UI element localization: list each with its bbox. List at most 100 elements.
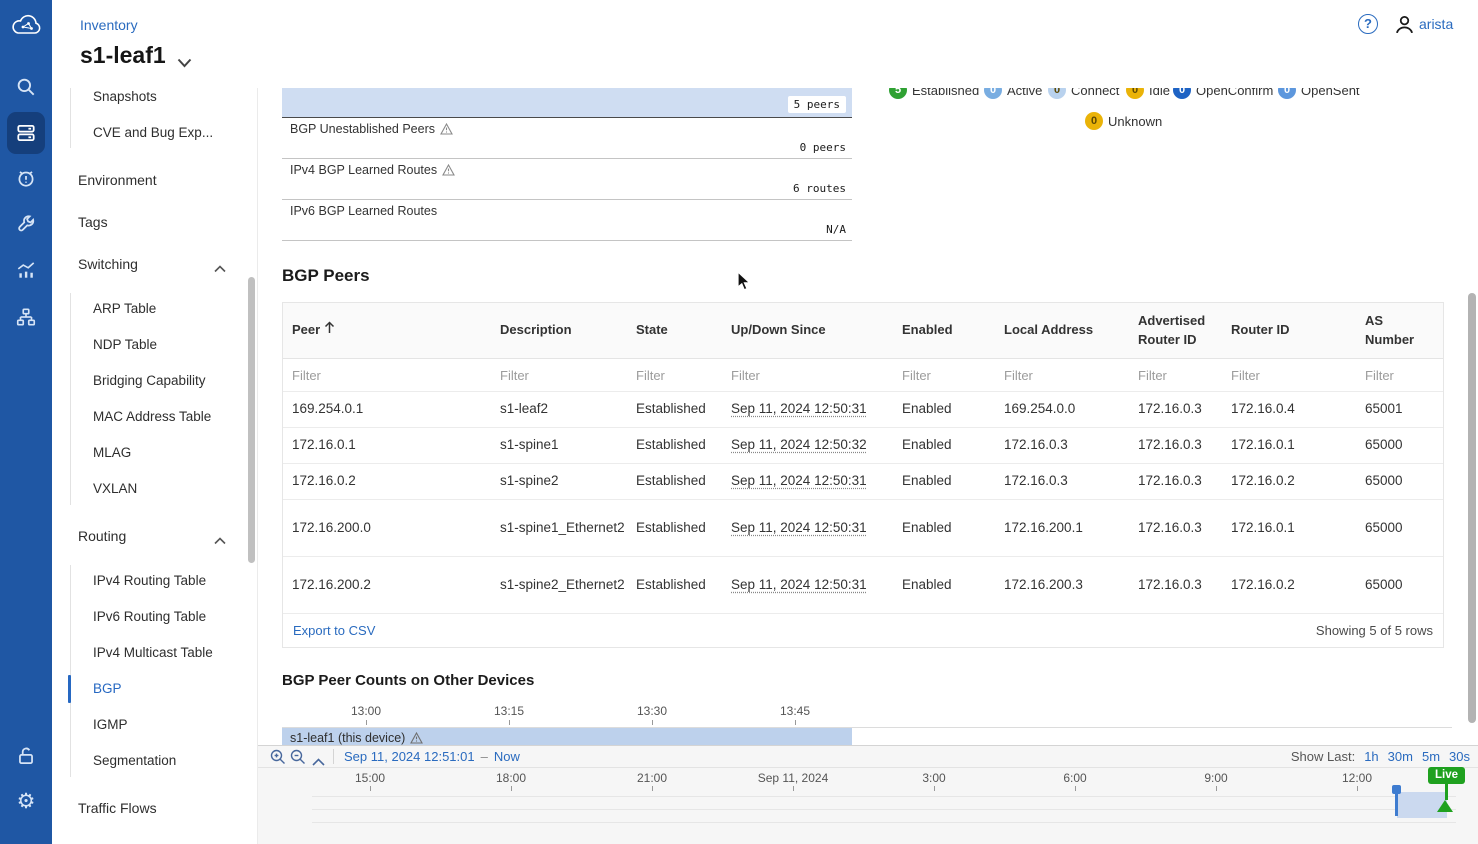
- stat-row-ipv4-learned-routes[interactable]: IPv4 BGP Learned Routes 6 routes: [282, 159, 852, 200]
- timeline-tick: 15:00: [325, 771, 415, 785]
- since-link[interactable]: Sep 11, 2024 12:50:31: [731, 473, 867, 488]
- stat-row-unestablished-peers[interactable]: BGP Unestablished Peers 0 peers: [282, 118, 852, 159]
- sidebar-item-switching[interactable]: Switching: [52, 252, 257, 276]
- bgp-peers-table: Peer Description State Up/Down Since Ena…: [282, 302, 1444, 648]
- mini-axis-tickmark: [509, 720, 510, 725]
- show-last-5m[interactable]: 5m: [1422, 749, 1440, 764]
- settings-gear-icon[interactable]: ⚙: [0, 784, 52, 818]
- legend-opensent[interactable]: 0 OpenSent: [1278, 88, 1360, 99]
- sidebar-item-ipv6-routing[interactable]: IPv6 Routing Table: [52, 605, 257, 629]
- col-header-as-number[interactable]: AS Number: [1356, 312, 1445, 350]
- sidebar-item-vxlan[interactable]: VXLAN: [52, 477, 257, 501]
- search-icon[interactable]: [0, 70, 52, 104]
- help-icon[interactable]: ?: [1358, 14, 1378, 34]
- show-last-30m[interactable]: 30m: [1388, 749, 1413, 764]
- nav-scrollbar-thumb[interactable]: [248, 277, 255, 563]
- range-start-handle[interactable]: [1392, 785, 1401, 794]
- timeline-tick: 9:00: [1171, 771, 1261, 785]
- legend-unknown[interactable]: 0 Unknown: [1085, 112, 1162, 130]
- metrics-chart-icon[interactable]: [0, 253, 52, 287]
- collapse-chevron-up-icon[interactable]: [312, 753, 325, 771]
- page-scrollbar-thumb[interactable]: [1468, 293, 1476, 723]
- timeline-bar: Sep 11, 2024 12:51:01–Now Show Last: 1h …: [258, 745, 1478, 844]
- provisioning-wrench-icon[interactable]: [0, 207, 52, 241]
- col-header-state[interactable]: State: [627, 321, 722, 340]
- table-row[interactable]: 172.16.0.2 s1-spine2 Established Sep 11,…: [283, 464, 1443, 500]
- filter-input-description[interactable]: [500, 368, 622, 383]
- sidebar-item-ndp-table[interactable]: NDP Table: [52, 333, 257, 357]
- since-link[interactable]: Sep 11, 2024 12:50:31: [731, 520, 867, 535]
- col-header-peer[interactable]: Peer: [283, 321, 491, 340]
- sidebar-item-bgp[interactable]: BGP: [52, 677, 257, 701]
- sidebar-item-mac-table[interactable]: MAC Address Table: [52, 405, 257, 429]
- legend-idle[interactable]: 0 Idle: [1126, 88, 1170, 99]
- table-row[interactable]: 172.16.200.2 s1-spine2_Ethernet2 Establi…: [283, 557, 1443, 614]
- table-row[interactable]: 172.16.0.1 s1-spine1 Established Sep 11,…: [283, 428, 1443, 464]
- sidebar-item-segmentation[interactable]: Segmentation: [52, 749, 257, 773]
- range-end[interactable]: Now: [494, 749, 520, 764]
- col-header-router-id[interactable]: Router ID: [1222, 321, 1356, 340]
- timeline-tickmark: [1216, 786, 1217, 791]
- sidebar-item-traffic-flows[interactable]: Traffic Flows: [52, 796, 257, 820]
- col-header-advertised-router-id[interactable]: Advertised Router ID: [1129, 312, 1222, 350]
- timeline-tickmark: [934, 786, 935, 791]
- sidebar-item-ipv4-multicast[interactable]: IPv4 Multicast Table: [52, 641, 257, 665]
- legend-connect[interactable]: 0 Connect: [1048, 88, 1119, 99]
- table-filter-row: [283, 359, 1443, 392]
- show-last-1h[interactable]: 1h: [1364, 749, 1378, 764]
- filter-input-advertised[interactable]: [1138, 368, 1217, 383]
- export-csv-link[interactable]: Export to CSV: [293, 623, 375, 638]
- breadcrumb-inventory[interactable]: Inventory: [80, 17, 138, 33]
- legend-established[interactable]: 5 Established: [889, 88, 979, 99]
- table-row[interactable]: 169.254.0.1 s1-leaf2 Established Sep 11,…: [283, 392, 1443, 428]
- sidebar-item-environment[interactable]: Environment: [52, 168, 257, 192]
- filter-input-peer[interactable]: [292, 368, 486, 383]
- routing-collapse-chevron-up-icon[interactable]: [214, 532, 226, 550]
- filter-input-as[interactable]: [1365, 368, 1440, 383]
- switching-collapse-chevron-up-icon[interactable]: [214, 260, 226, 278]
- topology-network-icon[interactable]: [0, 300, 52, 334]
- filter-input-since[interactable]: [731, 368, 888, 383]
- sidebar-item-igmp[interactable]: IGMP: [52, 713, 257, 737]
- sidebar-item-cve-bug[interactable]: CVE and Bug Exp...: [52, 121, 257, 145]
- inventory-devices-icon[interactable]: [0, 116, 52, 150]
- sidebar-item-bridging[interactable]: Bridging Capability: [52, 369, 257, 393]
- device-count-bar[interactable]: s1-leaf1 (this device): [282, 728, 852, 745]
- unlock-icon[interactable]: [0, 739, 52, 773]
- device-switcher-chevron-down-icon[interactable]: [177, 55, 192, 73]
- mini-axis-tick: 13:45: [765, 704, 825, 718]
- live-badge[interactable]: Live: [1428, 767, 1465, 784]
- sidebar-item-tags[interactable]: Tags: [52, 210, 257, 234]
- sidebar-item-routing[interactable]: Routing: [52, 524, 257, 548]
- filter-input-enabled[interactable]: [902, 368, 990, 383]
- range-start[interactable]: Sep 11, 2024 12:51:01: [344, 749, 475, 764]
- since-link[interactable]: Sep 11, 2024 12:50:31: [731, 577, 867, 592]
- legend-active[interactable]: 0 Active: [984, 88, 1042, 99]
- col-header-updown-since[interactable]: Up/Down Since: [722, 321, 893, 340]
- table-row[interactable]: 172.16.200.0 s1-spine1_Ethernet2 Establi…: [283, 500, 1443, 557]
- zoom-in-icon[interactable]: [270, 749, 286, 770]
- sidebar-item-snapshots[interactable]: Snapshots: [52, 88, 257, 109]
- filter-input-local[interactable]: [1004, 368, 1124, 383]
- timeline-tickmark: [652, 786, 653, 791]
- col-header-enabled[interactable]: Enabled: [893, 321, 995, 340]
- filter-input-router-id[interactable]: [1231, 368, 1351, 383]
- sidebar-item-ipv4-routing[interactable]: IPv4 Routing Table: [52, 569, 257, 593]
- user-avatar-icon[interactable]: [1393, 13, 1416, 41]
- sidebar-item-mlag[interactable]: MLAG: [52, 441, 257, 465]
- col-header-local-address[interactable]: Local Address: [995, 321, 1129, 340]
- since-link[interactable]: Sep 11, 2024 12:50:31: [731, 401, 867, 416]
- stat-row-ipv6-learned-routes[interactable]: IPv6 BGP Learned Routes N/A: [282, 200, 852, 241]
- since-link[interactable]: Sep 11, 2024 12:50:32: [731, 437, 867, 452]
- legend-openconfirm[interactable]: 0 OpenConfirm: [1173, 88, 1273, 99]
- user-name[interactable]: arista: [1419, 16, 1453, 32]
- page-scrollbar[interactable]: [1466, 88, 1478, 844]
- events-alarm-icon[interactable]: [0, 161, 52, 195]
- cloudvision-logo-icon[interactable]: [0, 8, 52, 44]
- col-header-description[interactable]: Description: [491, 321, 627, 340]
- sidebar-item-arp-table[interactable]: ARP Table: [52, 297, 257, 321]
- stat-row-established-peers[interactable]: 5 peers: [282, 88, 852, 118]
- zoom-out-icon[interactable]: [290, 749, 306, 770]
- timeline-tick: 3:00: [889, 771, 979, 785]
- filter-input-state[interactable]: [636, 368, 717, 383]
